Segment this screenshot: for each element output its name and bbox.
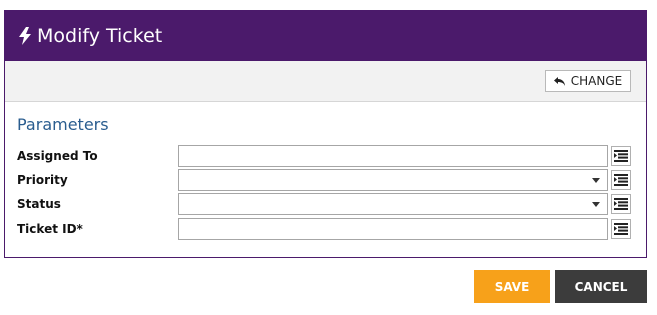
ticket-id-label: Ticket ID* (17, 222, 83, 236)
assigned-to-input[interactable] (178, 145, 608, 167)
list-icon (614, 223, 628, 235)
priority-row: Priority (5, 169, 646, 191)
ticket-id-list-button[interactable] (611, 219, 631, 239)
change-button-label: CHANGE (570, 74, 623, 88)
dialog-toolbar: CHANGE (5, 61, 646, 102)
status-label: Status (17, 197, 61, 211)
assigned-to-row: Assigned To (5, 145, 646, 167)
assigned-to-label: Assigned To (17, 149, 98, 163)
undo-arrow-icon (553, 76, 565, 86)
change-button[interactable]: CHANGE (545, 70, 631, 92)
dialog-title: Modify Ticket (37, 25, 163, 47)
list-icon (614, 174, 628, 186)
list-icon (614, 198, 628, 210)
ticket-id-row: Ticket ID* (5, 218, 646, 240)
lightning-icon (19, 27, 31, 45)
save-button[interactable]: SAVE (474, 270, 550, 303)
list-icon (614, 150, 628, 162)
dialog-header: Modify Ticket (5, 11, 646, 61)
ticket-id-input[interactable] (178, 218, 608, 240)
modify-ticket-dialog: Modify Ticket CHANGE Parameters Assigned… (4, 10, 647, 258)
status-list-button[interactable] (611, 194, 631, 214)
priority-label: Priority (17, 173, 68, 187)
status-row: Status (5, 193, 646, 215)
caret-down-icon (592, 202, 600, 207)
status-select[interactable] (178, 193, 608, 215)
priority-select[interactable] (178, 169, 608, 191)
cancel-button[interactable]: CANCEL (555, 270, 647, 303)
caret-down-icon (592, 178, 600, 183)
parameters-heading: Parameters (17, 115, 109, 134)
priority-list-button[interactable] (611, 170, 631, 190)
assigned-to-list-button[interactable] (611, 146, 631, 166)
